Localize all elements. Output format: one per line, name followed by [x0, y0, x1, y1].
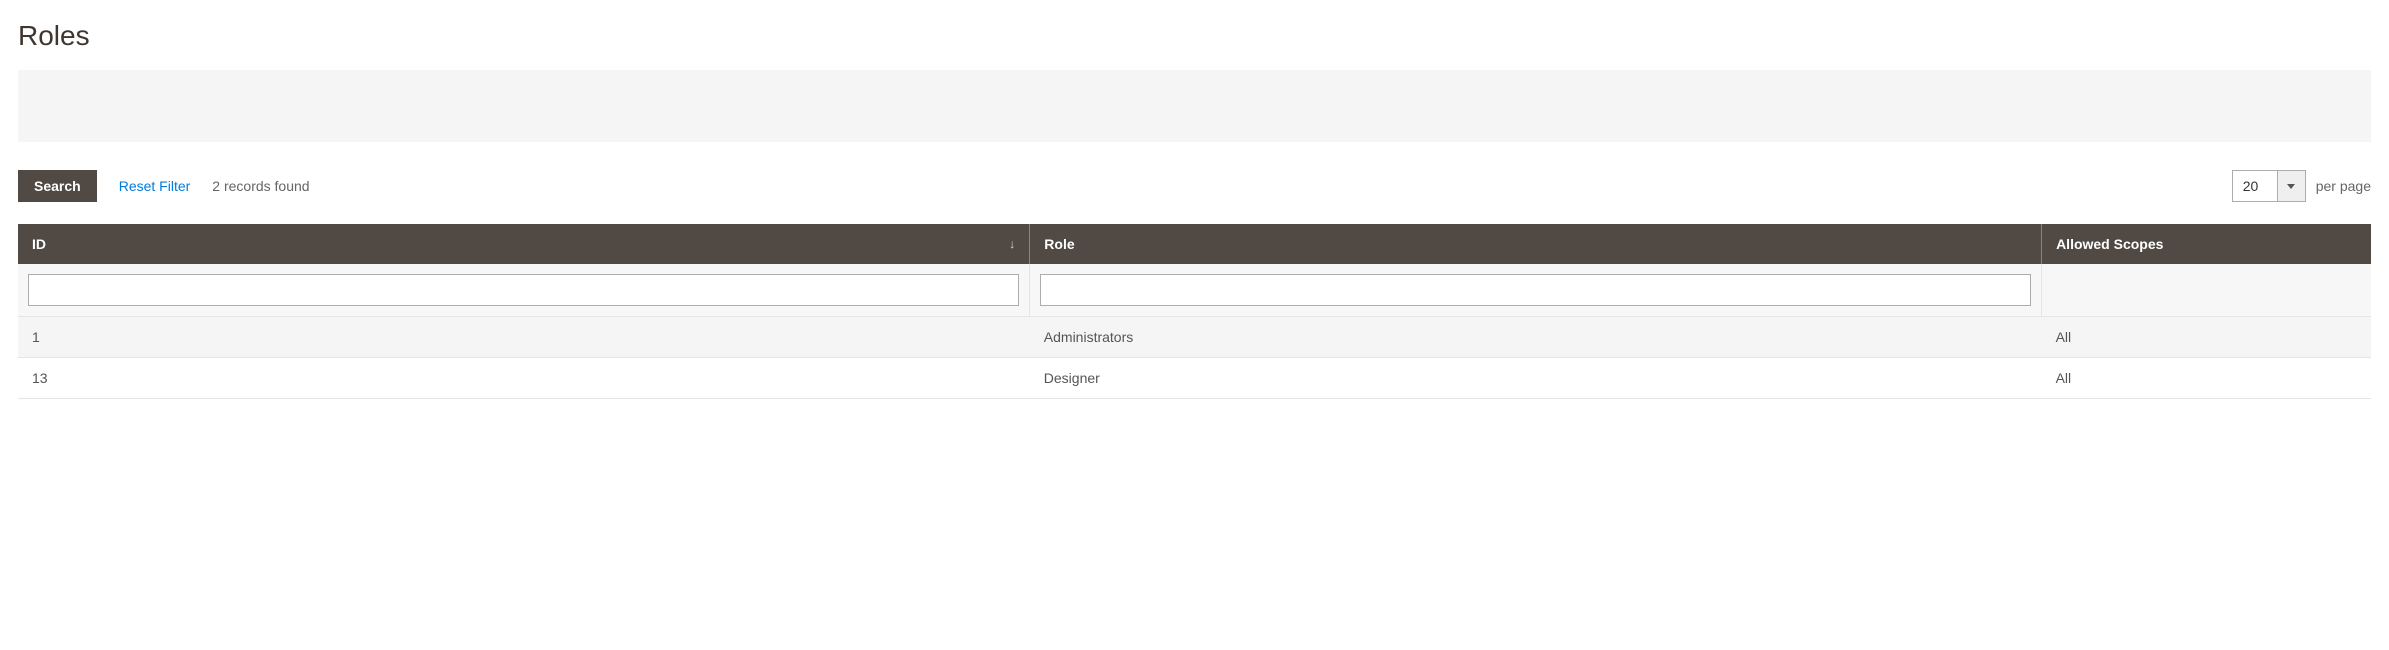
- column-header-role-label: Role: [1044, 236, 1074, 252]
- filter-row: [18, 264, 2371, 317]
- page-size-value: 20: [2233, 171, 2277, 201]
- roles-table: ID ↓ Role Allowed Scopes 1 Administrato: [18, 224, 2371, 399]
- filter-input-id[interactable]: [28, 274, 1019, 306]
- cell-scopes: All: [2042, 317, 2371, 358]
- table-row[interactable]: 13 Designer All: [18, 358, 2371, 399]
- cell-role: Designer: [1030, 358, 2042, 399]
- toolbar-left: Search Reset Filter 2 records found: [18, 170, 310, 202]
- cell-role: Administrators: [1030, 317, 2042, 358]
- reset-filter-button[interactable]: Reset Filter: [119, 178, 191, 194]
- table-row[interactable]: 1 Administrators All: [18, 317, 2371, 358]
- page-title: Roles: [18, 20, 2371, 52]
- chevron-down-icon: [2287, 184, 2295, 189]
- column-header-scopes-label: Allowed Scopes: [2056, 236, 2163, 252]
- cell-id: 1: [18, 317, 1030, 358]
- column-header-id-label: ID: [32, 236, 46, 252]
- filter-input-role[interactable]: [1040, 274, 2031, 306]
- cell-scopes: All: [2042, 358, 2371, 399]
- column-header-role[interactable]: Role: [1030, 224, 2042, 264]
- toolbar: Search Reset Filter 2 records found 20 p…: [18, 170, 2371, 202]
- column-header-id[interactable]: ID ↓: [18, 224, 1030, 264]
- message-bar: [18, 70, 2371, 142]
- cell-id: 13: [18, 358, 1030, 399]
- toolbar-right: 20 per page: [2232, 170, 2371, 202]
- sort-down-icon: ↓: [1009, 237, 1015, 251]
- page-size-select[interactable]: 20: [2232, 170, 2306, 202]
- search-button[interactable]: Search: [18, 170, 97, 202]
- per-page-label: per page: [2316, 178, 2371, 194]
- filter-cell-scopes: [2042, 264, 2371, 317]
- column-header-scopes[interactable]: Allowed Scopes: [2042, 224, 2371, 264]
- page-size-toggle[interactable]: [2277, 171, 2305, 201]
- records-found-label: 2 records found: [212, 178, 309, 194]
